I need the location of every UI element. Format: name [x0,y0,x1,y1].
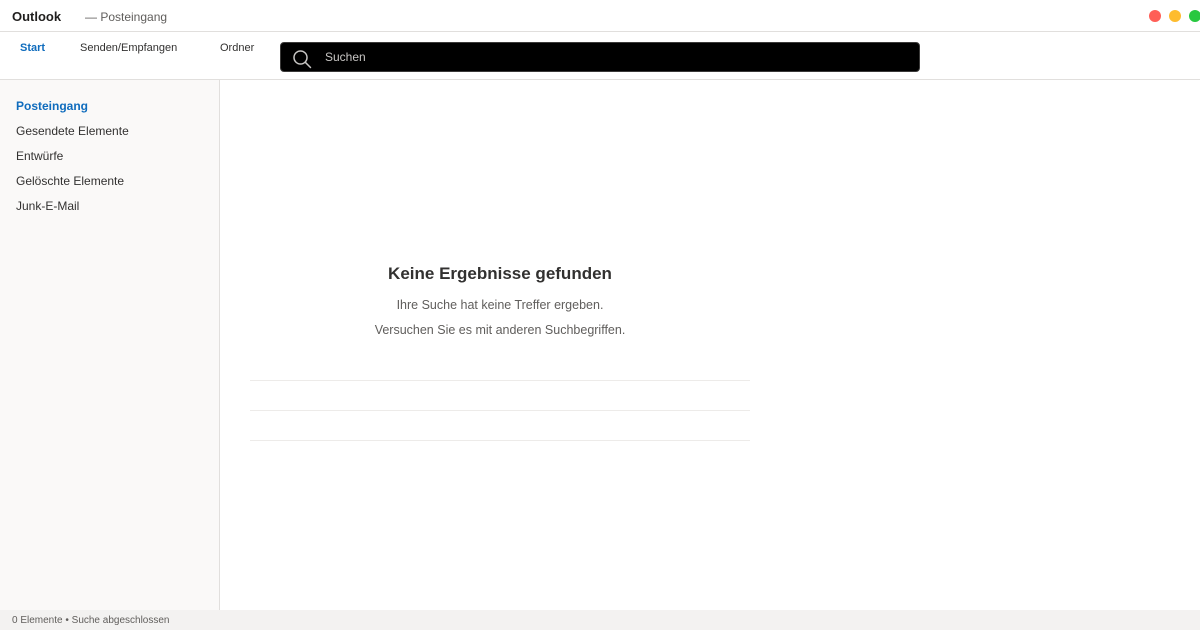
search-input[interactable] [325,47,905,67]
tab-ordner[interactable]: Ordner [220,42,254,54]
search-icon [293,50,312,69]
placeholder-row-divider [250,440,750,441]
maximize-window-button[interactable] [1189,10,1200,22]
app-name: Outlook [12,9,62,24]
search-box[interactable] [280,42,920,72]
placeholder-row-divider [250,380,750,381]
sidebar-item-gesendete-elemente[interactable]: Gesendete Elemente [16,124,129,138]
empty-state-title: Keine Ergebnisse gefunden [388,264,612,283]
window-title: — Posteingang [85,10,168,24]
tab-start[interactable]: Start [20,42,45,54]
folder-pane: Posteingang Gesendete Elemente Entwürfe … [0,80,220,610]
sidebar-item-posteingang[interactable]: Posteingang [16,99,88,113]
outlook-window: Outlook — Posteingang Start Senden/Empfa… [0,0,1200,630]
message-list-pane: Keine Ergebnisse gefunden Ihre Suche hat… [220,80,1200,610]
sidebar-item-entwuerfe[interactable]: Entwürfe [16,149,63,163]
status-text: 0 Elemente • Suche abgeschlossen [12,615,170,626]
tab-senden-empfangen[interactable]: Senden/Empfangen [80,42,177,54]
empty-state-hint: Versuchen Sie es mit anderen Suchbegriff… [374,323,626,337]
placeholder-row-divider [250,410,750,411]
ribbon: Start Senden/Empfangen Ordner [0,32,1200,80]
title-bar: Outlook — Posteingang [0,0,1200,32]
empty-state-message: Ihre Suche hat keine Treffer ergeben. [396,298,604,312]
status-bar: 0 Elemente • Suche abgeschlossen [0,610,1200,630]
sidebar-item-junk-e-mail[interactable]: Junk-E-Mail [16,199,79,213]
close-window-button[interactable] [1149,10,1161,22]
minimize-window-button[interactable] [1169,10,1181,22]
sidebar-item-geloeschte-elemente[interactable]: Gelöschte Elemente [16,174,124,188]
